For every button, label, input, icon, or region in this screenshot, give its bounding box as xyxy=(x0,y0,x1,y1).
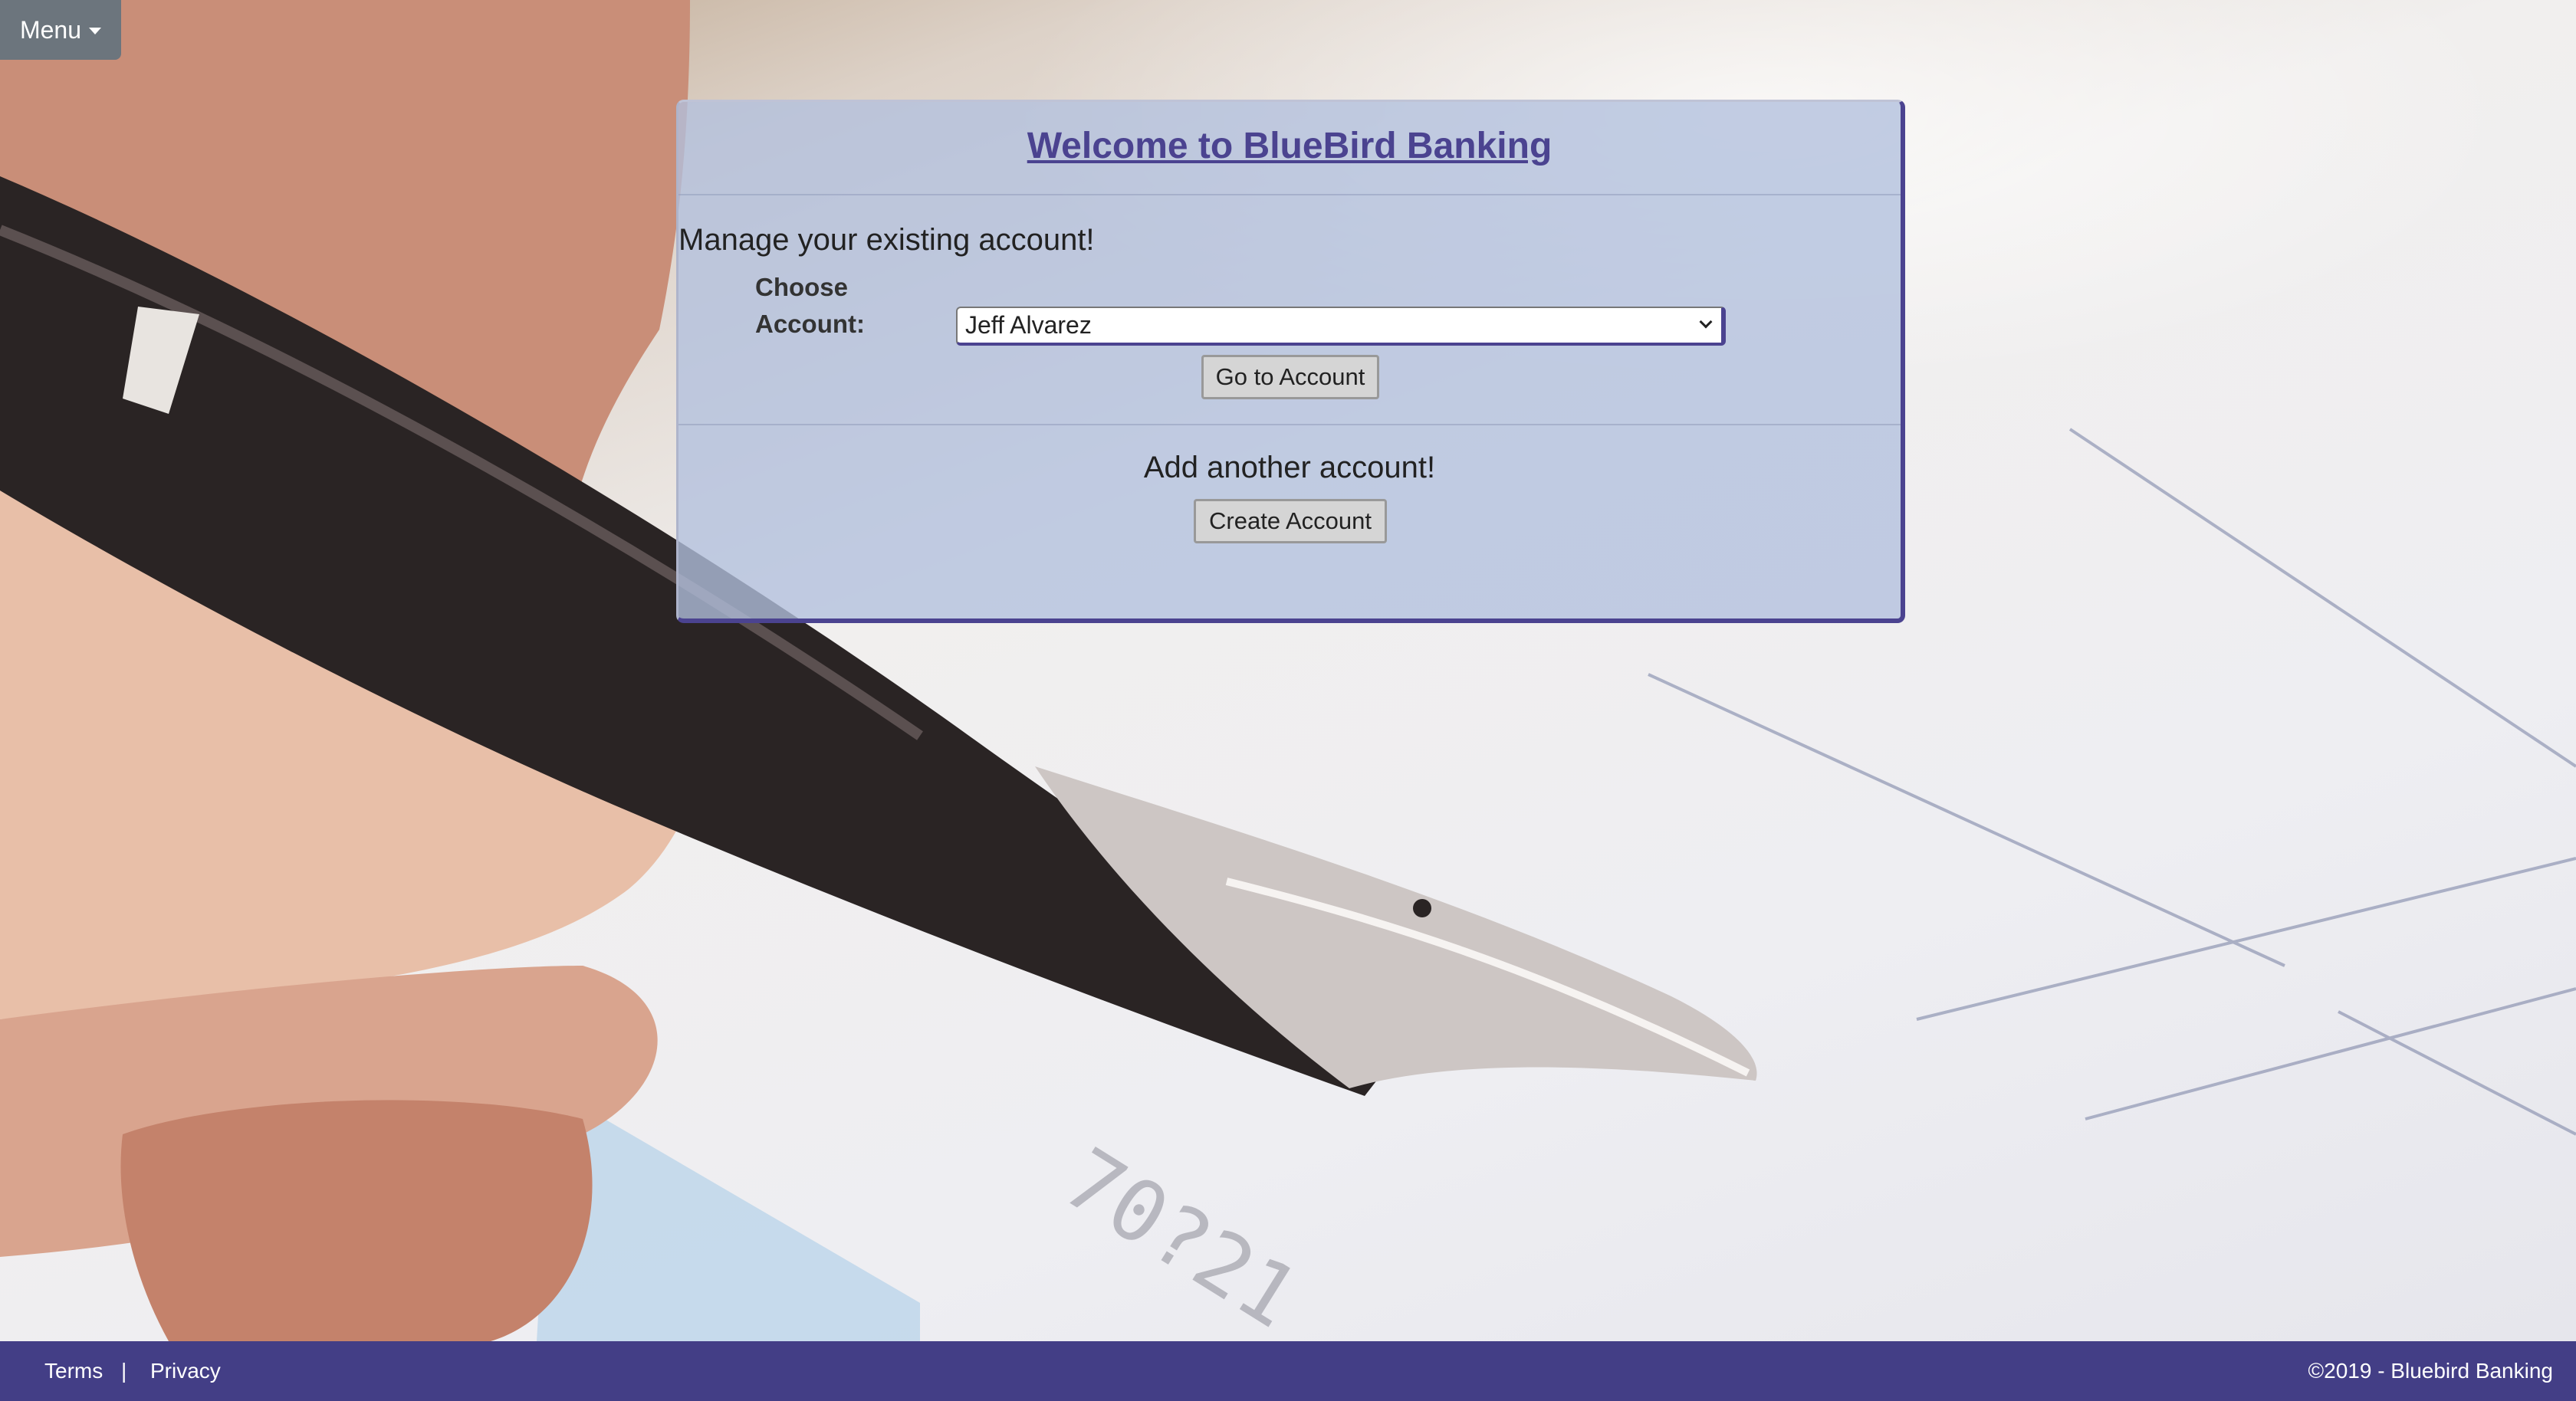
caret-down-icon xyxy=(89,27,102,34)
menu-button[interactable]: Menu xyxy=(0,0,121,60)
copyright-text: ©2019 - Bluebird Banking xyxy=(2308,1359,2554,1383)
section-divider xyxy=(678,424,1901,425)
svg-text:70?21: 70?21 xyxy=(1047,1129,1315,1341)
choose-account-label: Choose Account: xyxy=(755,273,865,338)
account-select-value: Jeff Alvarez xyxy=(965,311,1092,339)
welcome-card: Welcome to BlueBird Banking Manage your … xyxy=(676,100,1905,623)
add-account-heading: Add another account! xyxy=(1143,451,1436,484)
footer-separator: | xyxy=(121,1359,127,1383)
go-to-account-button[interactable]: Go to Account xyxy=(1201,355,1379,399)
menu-label: Menu xyxy=(19,15,82,44)
title-divider xyxy=(678,194,1901,195)
create-account-button[interactable]: Create Account xyxy=(1194,499,1387,543)
terms-link[interactable]: Terms xyxy=(44,1359,103,1383)
account-select[interactable]: Jeff Alvarez xyxy=(956,307,1726,346)
manage-accounts-heading: Manage your existing account! xyxy=(678,223,1095,257)
page-title: Welcome to BlueBird Banking xyxy=(1027,126,1552,166)
footer: Terms | Privacy ©2019 - Bluebird Banking xyxy=(0,1341,2576,1401)
privacy-link[interactable]: Privacy xyxy=(150,1359,221,1383)
chevron-down-icon xyxy=(1699,315,1713,329)
